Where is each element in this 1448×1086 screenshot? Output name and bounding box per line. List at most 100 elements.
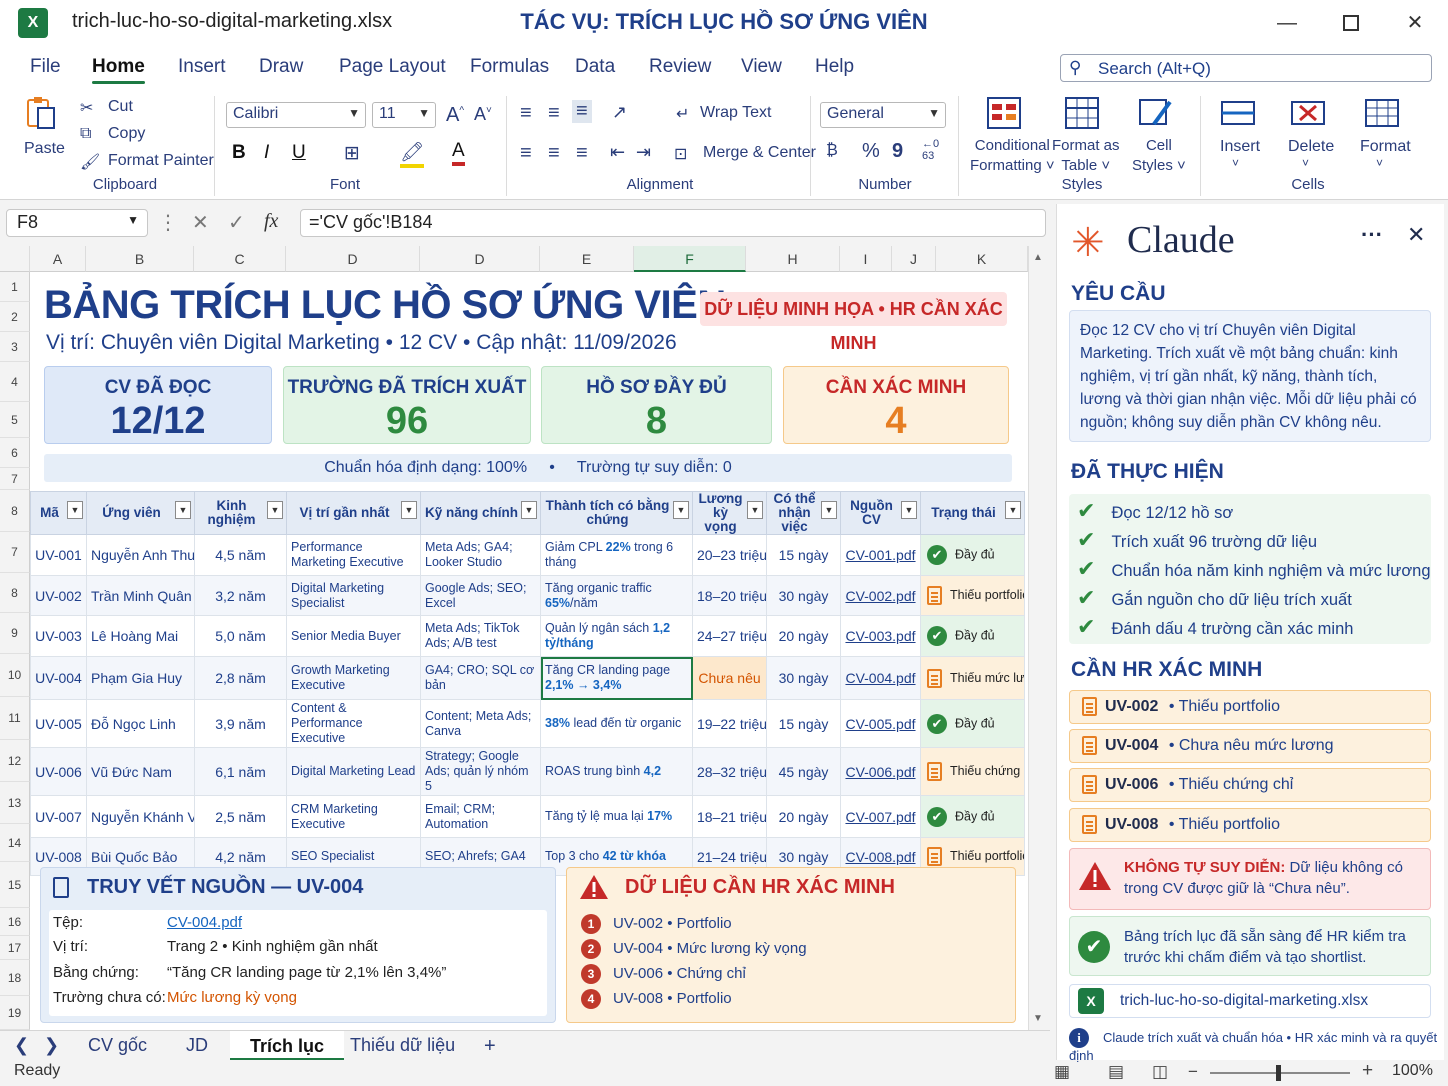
comma-button[interactable]: 9 (892, 140, 903, 163)
column-header[interactable]: D (286, 246, 420, 272)
hr-verify-item[interactable]: UV-006 • Thiếu chứng chỉ (1069, 768, 1431, 802)
filter-dropdown-icon[interactable]: ▼ (521, 501, 537, 519)
table-row[interactable]: UV-001 Nguyễn Anh Thư 4,5 năm Performance M… (30, 534, 1025, 576)
cell-experience[interactable]: 2,8 năm (194, 656, 287, 700)
wrap-text-icon[interactable]: ↵ (676, 104, 689, 124)
cell-source-link[interactable]: CV-005.pdf (840, 699, 921, 748)
font-color-icon[interactable]: A (452, 140, 465, 166)
percent-button[interactable]: % (862, 140, 880, 163)
cell-skills[interactable]: Meta Ads; TikTok Ads; A/B test (420, 615, 541, 657)
table-row[interactable]: UV-004 Phạm Gia Huy 2,8 năm Growth Marketin… (30, 656, 1025, 700)
column-header-selected[interactable]: F (634, 246, 746, 272)
row-header[interactable]: 4 (0, 362, 30, 402)
column-filter-header[interactable]: Ứng viên ▼ (86, 491, 195, 535)
chevron-down-icon[interactable]: ˅ (1232, 156, 1239, 170)
cell-latest-role[interactable]: Content & Performance Executive (286, 699, 421, 748)
scroll-down-icon[interactable]: ▼ (1033, 1013, 1043, 1024)
column-filter-header[interactable]: Nguồn CV ▼ (840, 491, 921, 535)
more-options-icon[interactable]: ··· (1361, 222, 1383, 248)
cell-skills[interactable]: Content; Meta Ads; Canva (420, 699, 541, 748)
column-filter-header[interactable]: Mã ▼ (30, 491, 87, 535)
insert-cells-button[interactable]: Insert (1220, 138, 1260, 156)
filter-dropdown-icon[interactable]: ▼ (401, 501, 417, 519)
table-row[interactable]: UV-006 Vũ Đức Nam 6,1 năm Digital Marketing… (30, 747, 1025, 796)
vertical-scrollbar[interactable]: ▲ ▼ (1028, 246, 1046, 1030)
cell-source-link[interactable]: CV-006.pdf (840, 747, 921, 796)
tab-trich-luc[interactable]: Trích lục (230, 1031, 345, 1061)
font-name-select[interactable]: Calibri ▼ (226, 102, 366, 128)
menu-view[interactable]: View (741, 56, 782, 78)
cell-latest-role[interactable]: Growth Marketing Executive (286, 656, 421, 700)
cell-id[interactable]: UV-003 (30, 615, 87, 657)
column-header[interactable]: K (936, 246, 1028, 272)
cell-id[interactable]: UV-006 (30, 747, 87, 796)
cell-start-time[interactable]: 30 ngày (766, 656, 841, 700)
cell-latest-role[interactable]: Performance Marketing Executive (286, 534, 421, 576)
page-layout-view-icon[interactable]: ▤ (1108, 1062, 1124, 1082)
column-filter-header[interactable]: Trạng thái ▼ (920, 491, 1025, 535)
close-icon[interactable]: ✕ (1400, 8, 1430, 38)
trace-file-link[interactable]: CV-004.pdf (167, 914, 242, 931)
conditional-formatting-button[interactable]: Conditional Formatting ˅ (970, 136, 1055, 176)
cell-start-time[interactable]: 15 ngày (766, 699, 841, 748)
cancel-icon[interactable]: ✕ (192, 210, 209, 235)
cell-status[interactable]: ✔ Đầy đủ (920, 534, 1025, 576)
copy-icon[interactable]: ⧉ (80, 125, 91, 143)
tab-jd[interactable]: JD (186, 1035, 208, 1056)
zoom-level[interactable]: 100% (1392, 1062, 1433, 1080)
table-row[interactable]: UV-003 Lê Hoàng Mai 5,0 năm Senior Media Bu… (30, 615, 1025, 657)
formula-input[interactable]: ='CV gốc'!B184 (300, 209, 1046, 237)
select-all-corner[interactable] (0, 246, 30, 272)
hr-verify-item[interactable]: UV-008 • Thiếu portfolio (1069, 808, 1431, 842)
hr-verify-item[interactable]: UV-002 • Thiếu portfolio (1069, 690, 1431, 724)
column-header[interactable]: H (746, 246, 840, 272)
format-painter-button[interactable]: Format Painter (108, 152, 214, 170)
format-as-table-button[interactable]: Format as Table ˅ (1052, 136, 1120, 176)
tab-thieu-du-lieu[interactable]: Thiếu dữ liệu (350, 1035, 455, 1056)
cell-salary[interactable]: 28–32 triệu (692, 747, 767, 796)
row-header[interactable]: 14 (0, 824, 30, 862)
table-row[interactable]: UV-007 Nguyễn Khánh Vy 2,5 năm CRM Marketin… (30, 795, 1025, 838)
cell-id[interactable]: UV-001 (30, 534, 87, 576)
row-header[interactable]: 9 (0, 613, 30, 654)
cut-icon[interactable]: ✂ (80, 98, 93, 118)
cell-candidate-name[interactable]: Phạm Gia Huy (86, 656, 195, 700)
font-size-select[interactable]: 11 ▼ (372, 102, 436, 128)
align-left-icon[interactable]: ≡ (520, 142, 532, 165)
row-header[interactable]: 12 (0, 740, 30, 782)
cell-skills[interactable]: Strategy; Google Ads; quản lý nhóm 5 (420, 747, 541, 796)
cell-skills[interactable]: Email; CRM; Automation (420, 795, 541, 838)
cell-achievement[interactable]: Giảm CPL 22% trong 6 tháng (540, 534, 693, 576)
cell-id[interactable]: UV-002 (30, 575, 87, 616)
menu-help[interactable]: Help (815, 56, 854, 78)
row-header[interactable]: 10 (0, 654, 30, 697)
grow-font-icon[interactable]: A^ (446, 104, 464, 127)
close-panel-icon[interactable]: ✕ (1407, 222, 1425, 248)
cell-source-link[interactable]: CV-001.pdf (840, 534, 921, 576)
filter-dropdown-icon[interactable]: ▼ (821, 501, 837, 519)
cell-status[interactable]: ✔ Đầy đủ (920, 795, 1025, 838)
cell-experience[interactable]: 5,0 năm (194, 615, 287, 657)
conditional-formatting-icon[interactable] (986, 96, 1022, 130)
cell-source-link[interactable]: CV-007.pdf (840, 795, 921, 838)
column-header[interactable]: I (840, 246, 892, 272)
cell-styles-button[interactable]: Cell Styles ˅ (1132, 136, 1186, 176)
cell-start-time[interactable]: 45 ngày (766, 747, 841, 796)
menu-formulas[interactable]: Formulas (470, 56, 549, 78)
row-header[interactable]: 8 (0, 573, 30, 613)
attached-file[interactable]: X trich-luc-ho-so-digital-marketing.xlsx (1069, 984, 1431, 1018)
filter-dropdown-icon[interactable]: ▼ (67, 501, 83, 519)
row-header[interactable]: 6 (0, 438, 30, 468)
borders-icon[interactable]: ⊞ (344, 142, 360, 165)
cell-achievement[interactable]: Tăng organic traffic 65%/năm (540, 575, 693, 616)
cell-salary[interactable]: Chưa nêu (692, 656, 767, 700)
chevron-down-icon[interactable]: ˅ (1302, 156, 1309, 170)
cell-styles-icon[interactable] (1138, 96, 1174, 130)
align-center-icon[interactable]: ≡ (548, 142, 560, 165)
cell-skills[interactable]: Meta Ads; GA4; Looker Studio (420, 534, 541, 576)
cell-start-time[interactable]: 20 ngày (766, 615, 841, 657)
menu-review[interactable]: Review (649, 56, 711, 78)
column-header[interactable]: J (892, 246, 936, 272)
zoom-in-icon[interactable]: + (1362, 1060, 1373, 1082)
cell-candidate-name[interactable]: Trần Minh Quân (86, 575, 195, 616)
